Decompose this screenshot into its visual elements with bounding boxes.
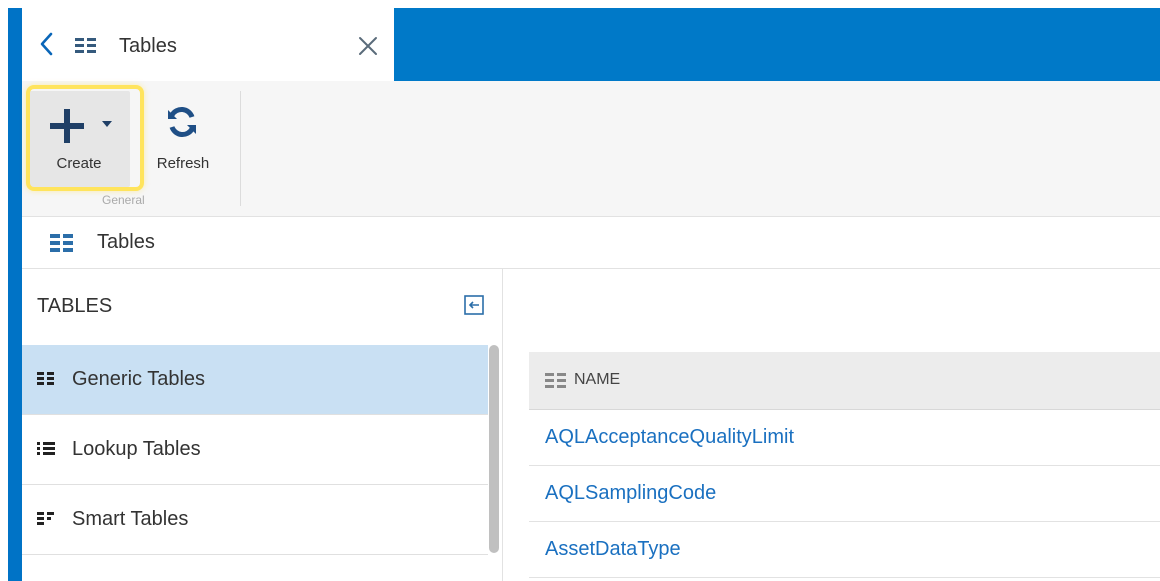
scrollbar-thumb[interactable]: [489, 345, 499, 553]
table-row[interactable]: AssetDataType: [529, 522, 1160, 578]
table-grid-icon: [50, 234, 73, 252]
table-row[interactable]: AQLAcceptanceQualityLimit: [529, 410, 1160, 466]
toolbar-group-label: General: [102, 193, 145, 207]
create-button-highlight: [26, 85, 144, 191]
tables-category-list: Generic Tables Lookup Tables Smart Table…: [22, 345, 488, 555]
create-button-label: Create: [56, 155, 102, 172]
app-frame: Tables Create Refresh General Tables TAB…: [8, 8, 1160, 581]
column-header-name: NAME: [574, 371, 621, 388]
smart-table-icon: [37, 512, 54, 525]
nav-item-label: Smart Tables: [72, 508, 189, 530]
nav-item-generic-tables[interactable]: Generic Tables: [22, 345, 488, 415]
refresh-button[interactable]: Refresh: [148, 91, 218, 187]
table-name-link[interactable]: AQLSamplingCode: [545, 482, 716, 505]
back-chevron-icon[interactable]: [38, 32, 56, 56]
tables-nav-panel: TABLES Generic Tables Lookup Tables Smar…: [22, 269, 503, 581]
tab-title: Tables: [119, 35, 177, 57]
refresh-button-label: Refresh: [156, 155, 210, 172]
grid-column-header[interactable]: NAME: [529, 352, 1160, 410]
panel-header: TABLES: [37, 295, 113, 317]
breadcrumb: Tables: [22, 217, 1160, 269]
refresh-icon: [168, 107, 196, 137]
grid-icon: [37, 372, 54, 385]
create-button[interactable]: Create: [26, 85, 144, 191]
list-icon: [37, 442, 55, 455]
plus-icon: [50, 109, 84, 143]
ribbon-toolbar: Create Refresh General: [22, 81, 1160, 217]
table-name-link[interactable]: AQLAcceptanceQualityLimit: [545, 426, 794, 449]
chevron-down-icon[interactable]: [102, 121, 112, 127]
table-row[interactable]: AQLSamplingCode: [529, 466, 1160, 522]
title-bar: Tables: [22, 8, 1160, 81]
table-name-link[interactable]: AssetDataType: [545, 538, 681, 561]
nav-item-label: Generic Tables: [72, 368, 206, 390]
toolbar-divider: [240, 91, 241, 206]
nav-item-smart-tables[interactable]: Smart Tables: [22, 485, 488, 555]
close-icon[interactable]: [357, 35, 379, 57]
table-grid-icon: [75, 38, 96, 53]
app-window: Tables Create Refresh General Tables TAB…: [22, 8, 1160, 581]
tab-tables[interactable]: Tables: [22, 8, 394, 81]
nav-item-lookup-tables[interactable]: Lookup Tables: [22, 415, 488, 485]
collapse-panel-icon[interactable]: [464, 295, 484, 315]
nav-item-label: Lookup Tables: [72, 438, 201, 460]
tables-grid-panel: NAME AQLAcceptanceQualityLimit AQLSampli…: [503, 269, 1160, 581]
grid-icon: [545, 373, 566, 388]
page-title: Tables: [97, 231, 155, 253]
